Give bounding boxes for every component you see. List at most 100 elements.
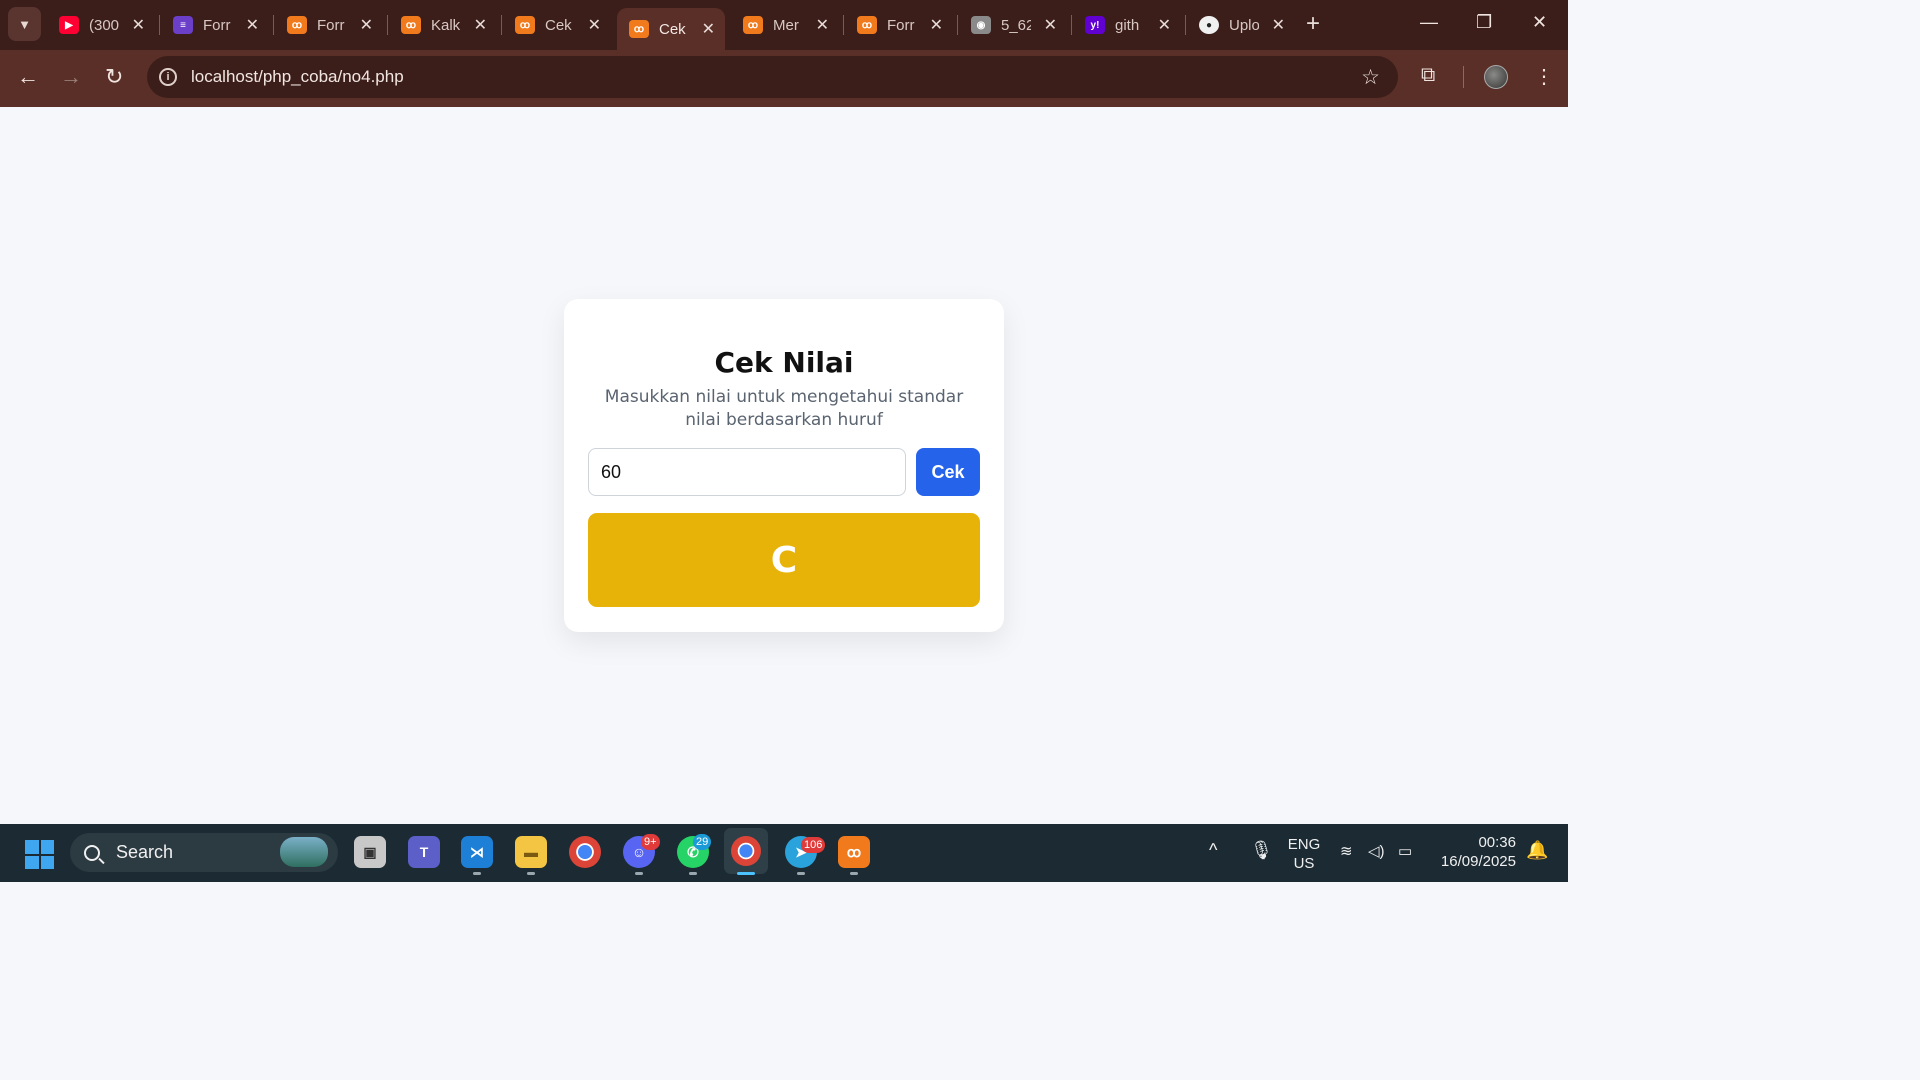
page-content: Cek Nilai Masukkan nilai untuk mengetahu… <box>0 107 1568 824</box>
tab-close-icon[interactable]: ✕ <box>474 15 487 35</box>
tab-close-icon[interactable]: ✕ <box>132 15 145 35</box>
whatsapp-badge: 29 <box>693 834 712 850</box>
windows-start-icon[interactable] <box>25 840 54 869</box>
running-indicator <box>850 872 858 875</box>
tab-separator <box>957 15 958 35</box>
search-icon <box>84 844 100 861</box>
browser-tab[interactable]: ꝏ Cek ✕ <box>503 8 611 42</box>
discord-badge: 9+ <box>641 834 660 850</box>
wifi-icon[interactable]: ≋ <box>1340 842 1353 860</box>
menu-kebab-icon[interactable]: ⋮ <box>1534 64 1554 89</box>
browser-tab[interactable]: ▶ (300 ✕ <box>47 8 155 42</box>
chrome-icon[interactable] <box>569 836 601 868</box>
address-url[interactable]: localhost/php_coba/no4.php <box>191 67 404 87</box>
clock-date: 16/09/2025 <box>1440 853 1516 870</box>
teams-icon[interactable]: T <box>408 836 440 868</box>
xampp-icon[interactable]: ꝏ <box>838 836 870 868</box>
tab-title: Cek <box>545 16 572 34</box>
toolbar-divider <box>1463 66 1464 88</box>
taskbar-search[interactable]: Search <box>70 833 338 872</box>
page-title: Cek Nilai <box>714 346 854 379</box>
vscode-icon[interactable]: ⋊ <box>461 836 493 868</box>
browser-tab[interactable]: y! gith ✕ <box>1073 8 1181 42</box>
tab-separator <box>843 15 844 35</box>
tab-separator <box>273 15 274 35</box>
tab-separator <box>1185 15 1186 35</box>
forward-button[interactable]: → <box>60 64 82 90</box>
running-indicator <box>689 872 697 875</box>
grade-result: C <box>588 513 980 607</box>
running-indicator <box>797 872 805 875</box>
language-indicator[interactable]: ENG US <box>1287 835 1321 873</box>
site-info-icon[interactable]: i <box>159 68 177 86</box>
file-explorer-icon[interactable]: ▬ <box>515 836 547 868</box>
notification-bell-icon[interactable]: 🔔 <box>1526 840 1548 861</box>
running-indicator <box>527 872 535 875</box>
xampp-icon: ꝏ <box>857 16 877 34</box>
browser-tab[interactable]: ꝏ Forr ✕ <box>845 8 953 42</box>
running-indicator <box>635 872 643 875</box>
xampp-icon: ꝏ <box>515 16 535 34</box>
tab-title: Mer <box>773 16 799 34</box>
tab-close-icon[interactable]: ✕ <box>1272 15 1285 35</box>
browser-tab[interactable]: ꝏ Cek ✕ <box>617 8 725 50</box>
tab-close-icon[interactable]: ✕ <box>702 19 715 39</box>
tab-title: (300 <box>89 16 119 34</box>
chrome-active-app[interactable] <box>724 828 768 874</box>
tab-separator <box>1071 15 1072 35</box>
browser-tab[interactable]: ꝏ Forr ✕ <box>275 8 383 42</box>
tab-title: Forr <box>887 16 915 34</box>
xampp-icon: ꝏ <box>287 16 307 34</box>
xampp-icon: ꝏ <box>629 20 649 38</box>
browser-tab[interactable]: ● Uplo ✕ <box>1187 8 1295 42</box>
close-window-button[interactable]: ✕ <box>1532 12 1547 33</box>
browser-tab[interactable]: ꝏ Mer ✕ <box>731 8 839 42</box>
tab-close-icon[interactable]: ✕ <box>1044 15 1057 35</box>
tab-title: Forr <box>203 16 231 34</box>
tab-close-icon[interactable]: ✕ <box>816 15 829 35</box>
tab-title: Uplo <box>1229 16 1259 34</box>
browser-tab[interactable]: ꝏ Kalk ✕ <box>389 8 497 42</box>
battery-icon[interactable]: ▭ <box>1398 842 1412 860</box>
tab-close-icon[interactable]: ✕ <box>930 15 943 35</box>
tab-search-button[interactable]: ▼ <box>8 7 41 41</box>
search-highlight-image <box>280 837 328 867</box>
running-indicator <box>473 872 481 875</box>
new-tab-button[interactable]: + <box>1306 12 1320 36</box>
taskbar-search-label: Search <box>116 842 174 862</box>
tab-close-icon[interactable]: ✕ <box>360 15 373 35</box>
yahoo-icon: y! <box>1085 16 1105 34</box>
extensions-icon[interactable]: ⧉ <box>1421 64 1435 87</box>
address-bar[interactable]: i localhost/php_coba/no4.php ☆ <box>147 56 1398 98</box>
tab-strip: ▼ ▶ (300 ✕ ≡ Forr ✕ ꝏ Forr ✕ ꝏ Kalk ✕ ꝏ Cek ✕ ꝏ Cek ✕ ꝏ Mer… <box>0 0 1568 50</box>
bookmark-star-icon[interactable]: ☆ <box>1361 65 1380 90</box>
tab-close-icon[interactable]: ✕ <box>1158 15 1171 35</box>
tab-close-icon[interactable]: ✕ <box>246 15 259 35</box>
language-code: ENG <box>1287 836 1321 853</box>
reload-button[interactable]: ↻ <box>105 64 123 90</box>
telegram-badge: 106 <box>801 837 826 853</box>
tab-close-icon[interactable]: ✕ <box>588 15 601 35</box>
cek-button[interactable]: Cek <box>916 448 980 496</box>
xampp-icon: ꝏ <box>743 16 763 34</box>
system-clock[interactable]: 00:36 16/09/2025 <box>1432 833 1516 871</box>
browser-tab[interactable]: ≡ Forr ✕ <box>161 8 269 42</box>
restore-button[interactable]: ❐ <box>1476 12 1492 33</box>
back-button[interactable]: ← <box>17 64 39 90</box>
microphone-icon[interactable]: 🎙 <box>1250 840 1273 861</box>
tab-separator <box>387 15 388 35</box>
minimize-button[interactable]: — <box>1420 12 1438 33</box>
task-view-icon[interactable]: ▣ <box>354 836 386 868</box>
tab-title: Cek <box>659 20 686 38</box>
tab-separator <box>501 15 502 35</box>
github-icon: ● <box>1199 16 1219 34</box>
forms-icon: ≡ <box>173 16 193 34</box>
grade-check-card: Cek Nilai Masukkan nilai untuk mengetahu… <box>564 299 1004 632</box>
page-description: Masukkan nilai untuk mengetahui standar … <box>604 387 964 430</box>
browser-tab[interactable]: ◉ 5_62 ✕ <box>959 8 1067 42</box>
volume-icon[interactable]: ◁) <box>1368 842 1385 860</box>
tray-overflow-chevron-icon[interactable]: ^ <box>1209 840 1217 861</box>
nilai-input[interactable] <box>588 448 906 496</box>
youtube-icon: ▶ <box>59 16 79 34</box>
profile-avatar[interactable] <box>1484 65 1508 89</box>
